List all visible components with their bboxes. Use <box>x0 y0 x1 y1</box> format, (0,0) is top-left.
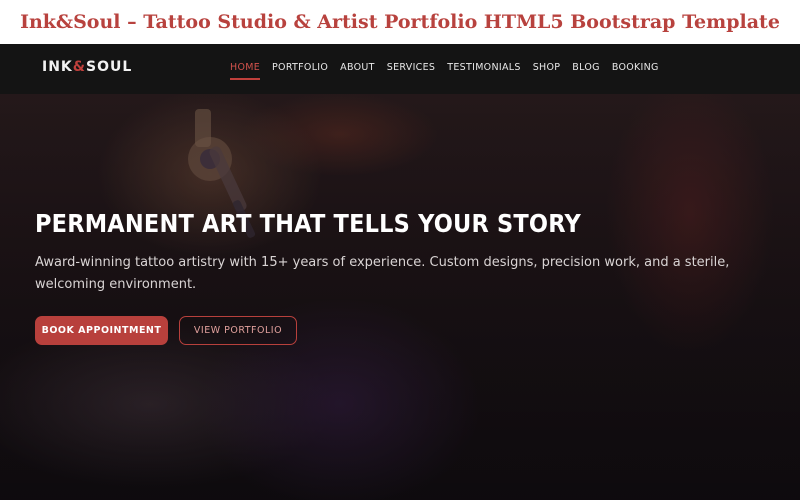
view-portfolio-button[interactable]: VIEW PORTFOLIO <box>179 316 297 345</box>
nav-menu: HOME PORTFOLIO ABOUT SERVICES TESTIMONIA… <box>230 62 659 80</box>
nav-home[interactable]: HOME <box>230 62 261 80</box>
nav-blog[interactable]: BLOG <box>572 62 600 73</box>
brand-logo[interactable]: INK&SOUL <box>42 59 132 75</box>
navbar: INK&SOUL HOME PORTFOLIO ABOUT SERVICES T… <box>0 44 800 94</box>
book-appointment-button[interactable]: BOOK APPOINTMENT <box>35 316 168 345</box>
logo-ampersand: & <box>72 59 86 75</box>
nav-shop[interactable]: SHOP <box>533 62 561 73</box>
hero-headline: PERMANENT ART THAT TELLS YOUR STORY <box>35 209 581 238</box>
nav-portfolio[interactable]: PORTFOLIO <box>272 62 328 73</box>
hero-section: PERMANENT ART THAT TELLS YOUR STORY Awar… <box>0 94 800 500</box>
nav-services[interactable]: SERVICES <box>387 62 435 73</box>
nav-testimonials[interactable]: TESTIMONIALS <box>447 62 520 73</box>
nav-booking[interactable]: BOOKING <box>612 62 659 73</box>
logo-part2: SOUL <box>86 59 133 75</box>
hero-description: Award-winning tattoo artistry with 15+ y… <box>35 255 730 292</box>
logo-part1: INK <box>42 59 73 75</box>
page-title: Ink&Soul – Tattoo Studio & Artist Portfo… <box>0 0 800 44</box>
nav-about[interactable]: ABOUT <box>340 62 375 73</box>
